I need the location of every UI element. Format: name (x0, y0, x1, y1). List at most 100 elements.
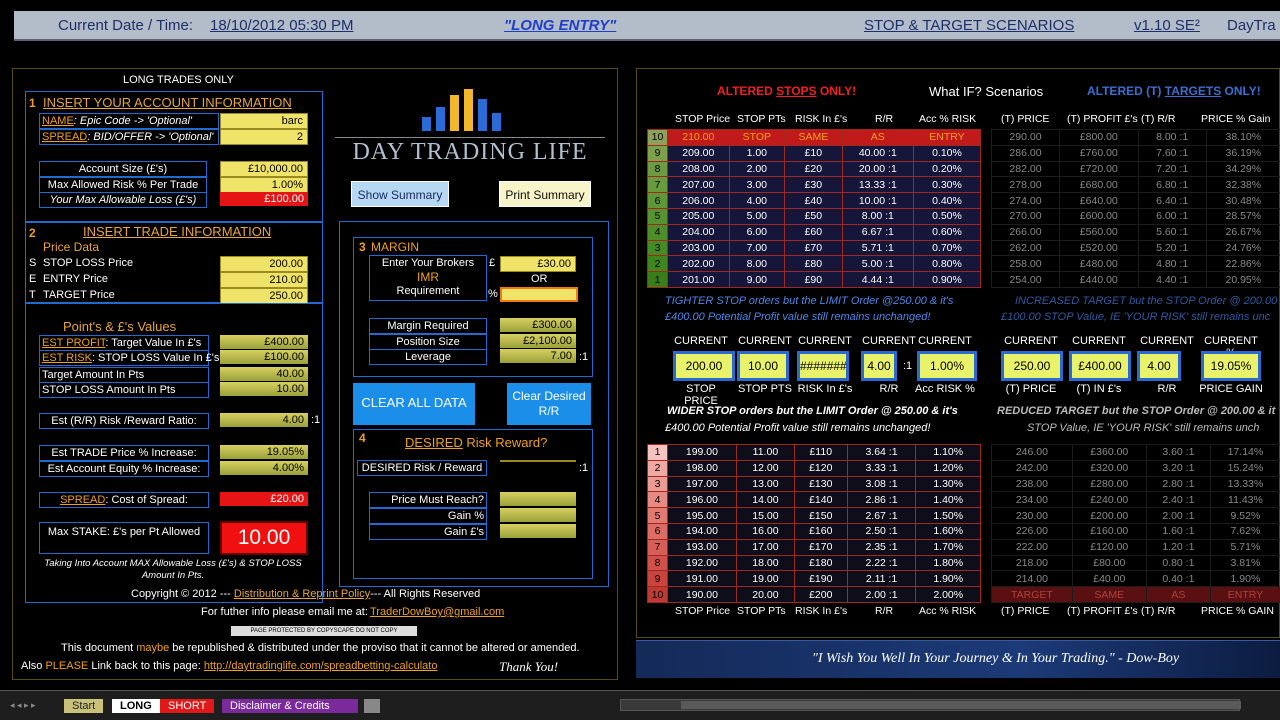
table-cell: SAME (1071, 586, 1147, 603)
table-cell: 246.00 (991, 444, 1073, 461)
table-cell: STOP (728, 129, 786, 146)
spread-cost-label: SPREAD: Cost of Spread: (39, 492, 209, 508)
table-cell: 7.20 :1 (1137, 160, 1207, 178)
long-only-label: LONG TRADES ONLY (123, 74, 234, 86)
table-cell: 1.30% (915, 475, 981, 493)
table-cell: 204.00 (667, 223, 730, 241)
table-cell: 1.50% (915, 507, 981, 524)
email-link[interactable]: TraderDowBoy@gmail.com (370, 605, 504, 620)
table-cell: £70 (784, 239, 843, 257)
table-row: 10 210.00 STOP SAME AS ENTRY (647, 129, 982, 146)
horizontal-scrollbar[interactable] (620, 699, 1241, 711)
max-stake-label: Max STAKE: £'s per Pt Allowed (39, 522, 209, 554)
table-row: 10 190.00 20.00 £200 2.00 :1 2.00% (647, 586, 981, 603)
new-sheet-icon[interactable] (364, 699, 380, 713)
spread-input[interactable]: 2 (220, 129, 308, 145)
row-index: 10 (647, 129, 668, 146)
current-header: CURRENT (798, 335, 852, 347)
current-target-value: 19.05% (1201, 351, 1261, 381)
site-link[interactable]: http://daytradinglife.com/spreadbetting-… (204, 660, 438, 672)
imr-pound-input[interactable]: £30.00 (500, 256, 576, 272)
points-values-title: Point's & £'s Values (63, 319, 177, 334)
current-target-value: 250.00 (1001, 351, 1063, 381)
table-cell: 3.08 :1 (846, 475, 917, 493)
table-cell: 15.00 (735, 507, 795, 524)
table-cell: 13.33 :1 (841, 176, 914, 194)
table-cell: £320.00 (1071, 459, 1147, 477)
table-row: 258.00 £480.00 4.80 :1 22.86% (991, 255, 1280, 273)
table-cell: 0.80% (912, 255, 982, 273)
logo-divider (335, 137, 605, 138)
print-summary-button[interactable]: Print Summary (499, 181, 591, 207)
table-cell: 5.71% (1209, 538, 1280, 556)
table-cell: 8.00 (728, 255, 786, 273)
row-index: 6 (647, 522, 668, 540)
tab-start[interactable]: Start (64, 699, 104, 713)
table-row: 8 192.00 18.00 £180 2.22 :1 1.80% (647, 554, 981, 572)
tab-long[interactable]: LONG (112, 699, 160, 713)
table-cell: 0.60% (912, 223, 982, 241)
table-cell: 2.00 :1 (846, 586, 917, 603)
rr-ratio-value: 4.00 (220, 413, 308, 427)
table-row: 290.00 £800.00 8.00 :1 38.10% (991, 129, 1280, 146)
table-cell: £130 (793, 475, 848, 493)
table-cell: 1.20% (915, 459, 981, 477)
row-index: 1 (647, 271, 668, 288)
row-index: 8 (647, 554, 668, 572)
table-cell: 17.14% (1209, 444, 1280, 461)
leverage-suffix: :1 (579, 351, 589, 363)
name-input[interactable]: barc (220, 113, 308, 129)
table-cell: 1.70% (915, 538, 981, 556)
clear-rr-button[interactable]: Clear Desired R/R (507, 383, 591, 425)
tab-short[interactable]: SHORT (160, 699, 215, 713)
current-target-value: £400.00 (1069, 351, 1131, 381)
title-bar: Current Date / Time: 18/10/2012 05:30 PM… (14, 11, 1280, 41)
target-pts-value: 40.00 (220, 367, 308, 381)
scrollbar-thumb[interactable] (681, 701, 1241, 709)
current-header: CURRENT (738, 335, 792, 347)
table-row: 6 206.00 4.00 £40 10.00 :1 0.40% (647, 192, 982, 209)
account-size-input[interactable]: £10,000.00 (220, 161, 308, 177)
policy-link[interactable]: Distribution & Reprint Policy (234, 588, 370, 600)
imr-percent-input[interactable] (500, 287, 578, 302)
desired-rr-input[interactable] (500, 460, 576, 462)
table-cell: 214.00 (991, 570, 1073, 588)
section-4-number: 4 (359, 431, 366, 445)
account-section-title: INSERT YOUR ACCOUNT INFORMATION (43, 95, 292, 110)
table-cell: £600.00 (1058, 207, 1139, 225)
long-entry-link[interactable]: "LONG ENTRY" (504, 17, 616, 34)
tab-scroll-arrows-icon[interactable]: ◂ ◂ ▸ ▸ (10, 700, 62, 710)
scenarios-link[interactable]: STOP & TARGET SCENARIOS (864, 17, 1074, 34)
current-value: 4.00 (861, 351, 897, 381)
current-label: RISK In £'s (797, 383, 853, 395)
show-summary-button[interactable]: Show Summary (351, 181, 449, 207)
table-cell: 2.40 :1 (1145, 491, 1211, 509)
entry-price-input[interactable]: 210.00 (220, 272, 308, 288)
row-index: 2 (647, 459, 668, 477)
target-price-input[interactable]: 250.00 (220, 288, 308, 304)
table-cell: 5.60 :1 (1137, 223, 1207, 241)
table-row: 1 201.00 9.00 £90 4.44 :1 0.90% (647, 271, 982, 288)
tab-disclaimer[interactable]: Disclaimer & Credits (222, 699, 358, 713)
table-cell: 2.80 :1 (1145, 475, 1211, 493)
table-cell: 2.11 :1 (846, 570, 917, 588)
table-cell: 20.95% (1205, 271, 1280, 288)
stop-header: STOP PTs (737, 605, 786, 617)
table-cell: 198.00 (667, 459, 737, 477)
stop-loss-input[interactable]: 200.00 (220, 256, 308, 272)
table-cell: £40 (784, 192, 843, 209)
current-target-header: CURRENT (1004, 335, 1058, 347)
price-reach-label: Price Must Reach? (369, 492, 487, 508)
table-cell: 2.00 :1 (1145, 507, 1211, 524)
table-cell: 226.00 (991, 522, 1073, 540)
table-cell: 254.00 (991, 271, 1060, 288)
table-cell: 34.29% (1205, 160, 1280, 178)
max-risk-input[interactable]: 1.00% (220, 177, 308, 193)
table-cell: 201.00 (667, 271, 730, 288)
t-label: T (29, 289, 36, 301)
clear-all-button[interactable]: CLEAR ALL DATA (353, 383, 475, 425)
table-cell: 2.00% (915, 586, 981, 603)
position-size-value: £2,100.00 (500, 334, 576, 348)
wider-stops-table: 1 199.00 11.00 £110 3.64 :1 1.10% 2 198.00 12.00… (647, 444, 981, 603)
current-value: 200.00 (673, 351, 735, 381)
